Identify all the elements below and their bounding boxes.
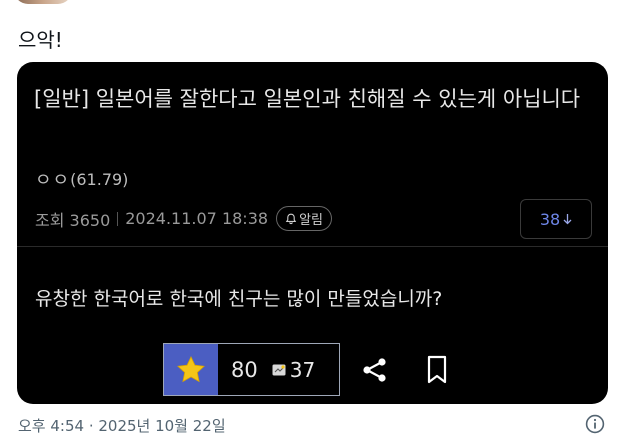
recommend-count: 80 [231, 357, 258, 382]
share-icon [363, 358, 386, 382]
author-nick: ㅇㅇ [35, 170, 71, 191]
fixed-icon [272, 364, 286, 376]
bookmark-button[interactable] [423, 353, 451, 387]
comment-count: 38 [539, 209, 561, 229]
info-icon[interactable] [585, 414, 605, 434]
post-title[interactable]: [일반] 일본어를 잘한다고 일본인과 친해질 수 있는게 아닙니다 [34, 82, 594, 116]
alarm-button[interactable]: 알림 [276, 206, 332, 231]
post-date: 2024.11.07 18:38 [125, 209, 269, 228]
fixed-count: 37 [289, 357, 316, 382]
alarm-label: 알림 [299, 213, 323, 228]
card-divider [17, 246, 608, 247]
post-meta: 조회 3650 2024.11.07 18:38 알림 [35, 206, 332, 231]
comment-count-button[interactable]: 38 [520, 199, 592, 239]
star-icon [177, 355, 205, 382]
share-button[interactable] [358, 353, 392, 387]
arrow-down-icon [563, 214, 572, 225]
author-ip: (61.79) [70, 169, 129, 189]
post-author: ㅇㅇ (61.79) [35, 166, 128, 192]
meta-divider [117, 211, 119, 226]
post-body: 유창한 한국어로 한국에 친구는 많이 만들었습니까? [35, 288, 443, 310]
view-count: 조회 3650 [35, 210, 111, 230]
recommend-group: 80 37 [163, 343, 340, 396]
avatar[interactable] [14, 0, 72, 4]
bookmark-icon [427, 355, 447, 384]
tweet-text: 으악! [18, 28, 63, 52]
bell-icon [285, 213, 297, 224]
recommend-button[interactable] [164, 344, 218, 395]
tweet-timestamp[interactable]: 오후 4:54 · 2025년 10월 22일 [18, 415, 226, 436]
embedded-post-card[interactable]: [일반] 일본어를 잘한다고 일본인과 친해질 수 있는게 아닙니다 ㅇㅇ (6… [17, 62, 608, 404]
